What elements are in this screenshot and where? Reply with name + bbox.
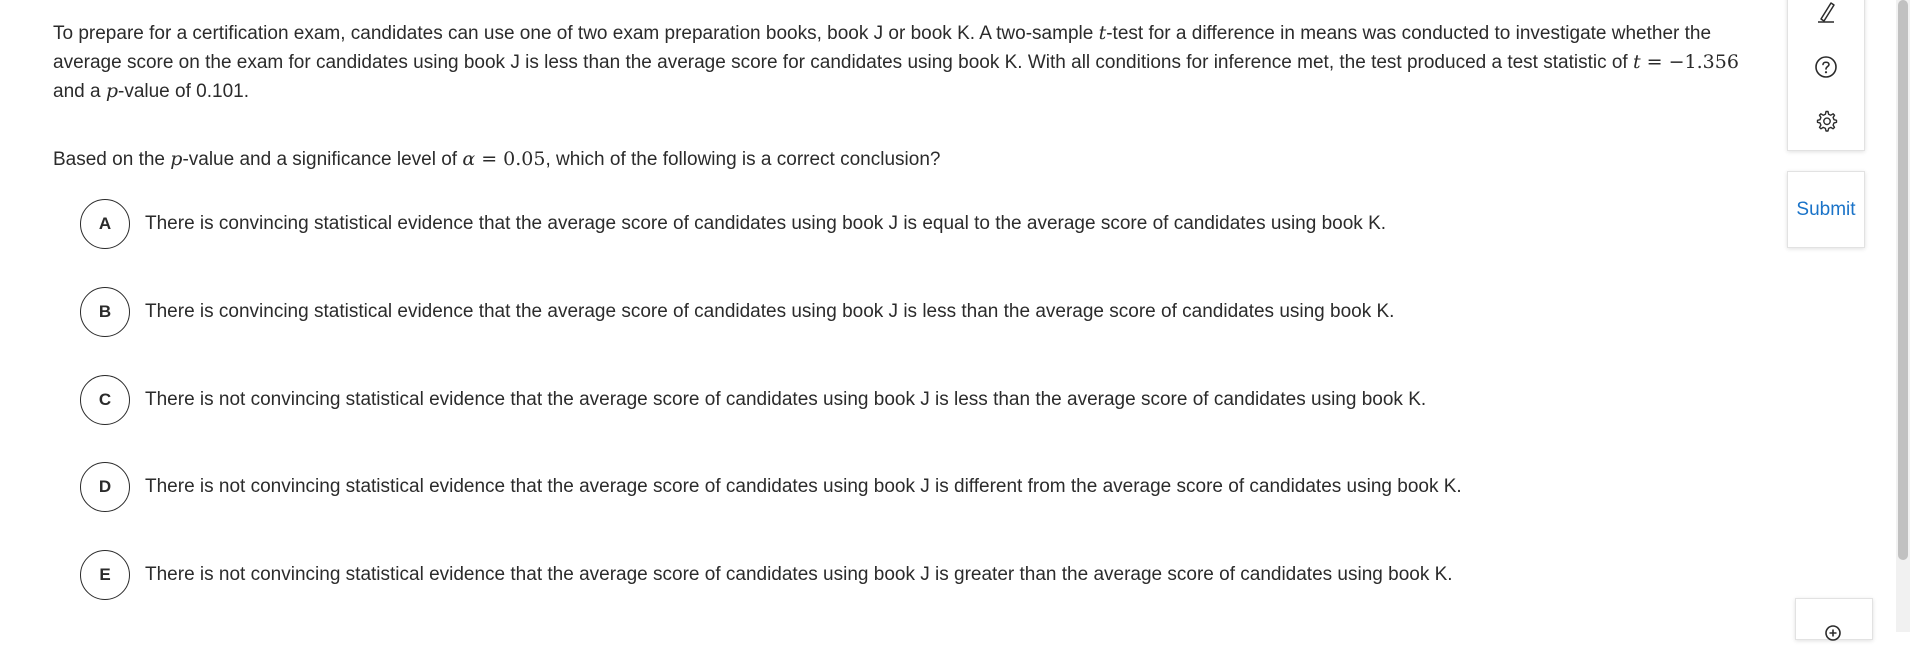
scrollbar[interactable]: [1896, 0, 1910, 632]
prompt-text: Based on the: [53, 149, 171, 170]
question-text: -value of 0.101.: [118, 81, 249, 102]
question-stem: To prepare for a certification exam, can…: [53, 19, 1743, 106]
choice-text-b[interactable]: There is convincing statistical evidence…: [145, 301, 1394, 323]
tool-panel: [1787, 0, 1865, 151]
p-variable: p: [170, 148, 183, 170]
pencil-icon[interactable]: [1813, 0, 1839, 24]
choice-letter-c[interactable]: C: [80, 375, 130, 425]
choice-letter-d[interactable]: D: [80, 462, 130, 512]
choice-letter-a[interactable]: A: [80, 199, 130, 249]
zoom-icon[interactable]: [1821, 621, 1847, 647]
zoom-panel: [1795, 598, 1873, 641]
settings-icon[interactable]: [1813, 108, 1839, 134]
choice-a[interactable]: A There is convincing statistical eviden…: [80, 196, 1386, 252]
question-prompt: Based on the p-value and a significance …: [53, 145, 940, 174]
t-variable: t: [1632, 51, 1641, 73]
choice-d[interactable]: D There is not convincing statistical ev…: [80, 459, 1462, 515]
help-icon[interactable]: [1813, 54, 1839, 80]
question-text: and a: [53, 81, 106, 102]
choice-b[interactable]: B There is convincing statistical eviden…: [80, 284, 1394, 340]
alpha-value: = 0.05: [475, 148, 546, 170]
prompt-text: , which of the following is a correct co…: [545, 149, 941, 170]
choice-letter-e[interactable]: E: [80, 550, 130, 600]
prompt-text: -value and a significance level of: [182, 149, 463, 170]
choice-text-a[interactable]: There is convincing statistical evidence…: [145, 213, 1386, 235]
choice-e[interactable]: E There is not convincing statistical ev…: [80, 547, 1453, 603]
choice-letter-b[interactable]: B: [80, 287, 130, 337]
question-text: To prepare for a certification exam, can…: [53, 23, 1099, 44]
submit-button[interactable]: Submit: [1796, 199, 1855, 221]
choice-text-c[interactable]: There is not convincing statistical evid…: [145, 389, 1426, 411]
submit-panel: Submit: [1787, 171, 1865, 248]
test-statistic-value: = −1.356: [1640, 51, 1739, 73]
scrollbar-thumb[interactable]: [1898, 0, 1908, 560]
choice-text-e[interactable]: There is not convincing statistical evid…: [145, 564, 1453, 586]
choice-text-d[interactable]: There is not convincing statistical evid…: [145, 476, 1462, 498]
alpha-variable: α: [462, 148, 476, 170]
choice-c[interactable]: C There is not convincing statistical ev…: [80, 372, 1426, 428]
p-variable: p: [105, 80, 118, 102]
